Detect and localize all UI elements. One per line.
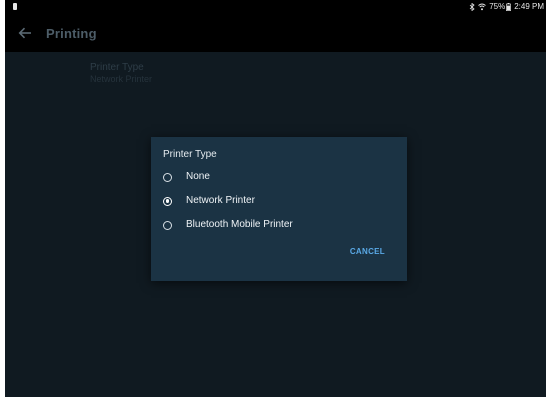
status-bar: 75% 2:49 PM <box>5 0 546 14</box>
cancel-button[interactable]: CANCEL <box>350 247 385 256</box>
wifi-icon <box>478 3 486 11</box>
page-title: Printing <box>46 25 97 41</box>
option-label: Bluetooth Mobile Printer <box>186 219 293 230</box>
notification-icon <box>13 3 17 10</box>
battery-indicator: 75% <box>489 2 512 12</box>
setting-title: Printer Type <box>90 62 144 73</box>
option-network-printer[interactable]: Network Printer <box>163 195 255 207</box>
battery-icon <box>506 3 512 11</box>
status-indicators: 75% 2:49 PM <box>469 2 544 12</box>
setting-printer-type[interactable]: Printer Type Network Printer <box>90 62 152 85</box>
radio-button-selected[interactable] <box>163 196 172 206</box>
clock: 2:49 PM <box>514 2 544 11</box>
bluetooth-icon <box>469 3 475 11</box>
option-bluetooth-mobile-printer[interactable]: Bluetooth Mobile Printer <box>163 219 293 231</box>
option-none[interactable]: None <box>163 171 210 183</box>
device-frame: 75% 2:49 PM Printing Printer Type Networ… <box>0 0 546 397</box>
setting-value: Network Printer <box>90 74 153 84</box>
app-bar: Printing <box>5 14 546 52</box>
option-label: Network Printer <box>186 195 255 206</box>
back-arrow-icon[interactable] <box>17 25 33 41</box>
radio-button[interactable] <box>163 220 172 230</box>
option-label: None <box>186 171 210 182</box>
dialog-title: Printer Type <box>163 149 217 160</box>
screen: 75% 2:49 PM Printing Printer Type Networ… <box>5 0 546 397</box>
battery-percent: 75% <box>489 2 506 11</box>
radio-button[interactable] <box>163 172 172 182</box>
printer-type-dialog: Printer Type None Network Printer Blueto… <box>151 137 407 281</box>
